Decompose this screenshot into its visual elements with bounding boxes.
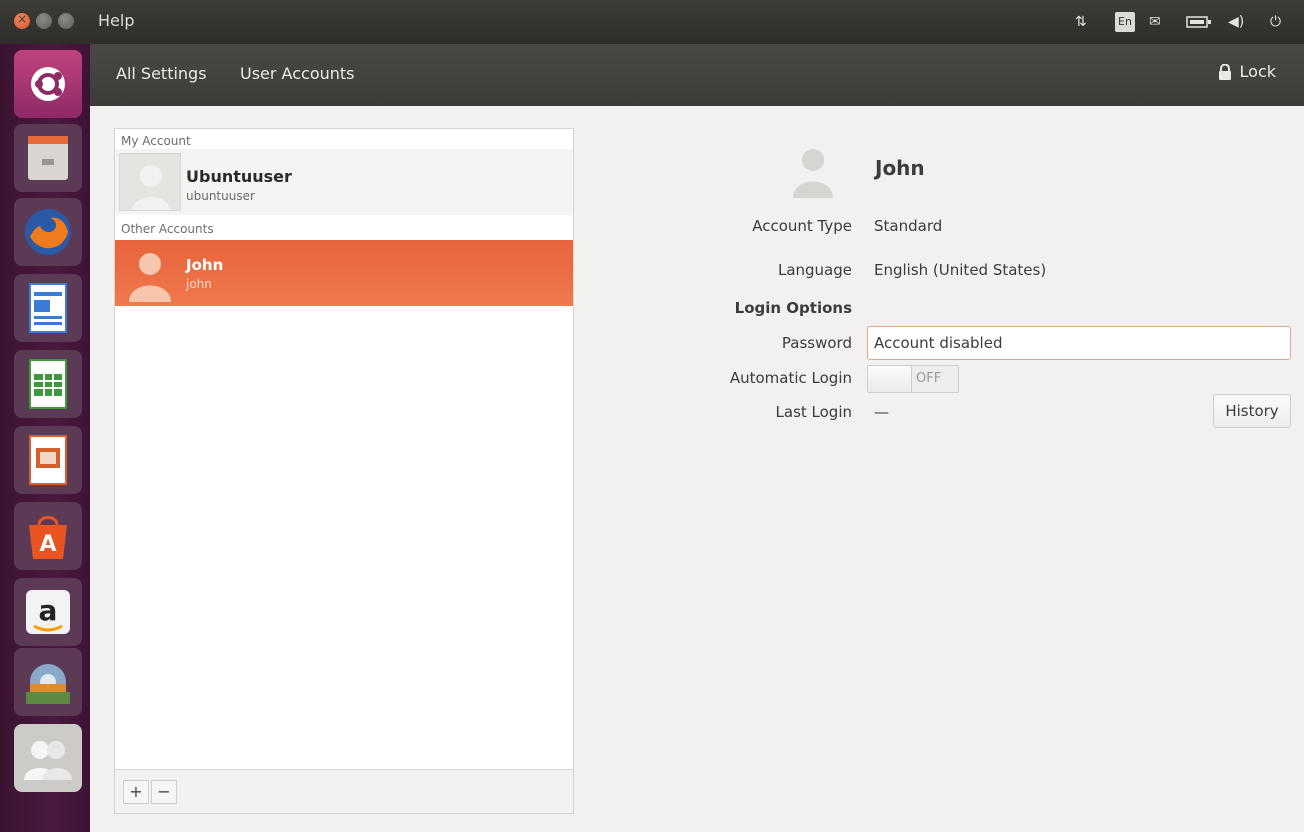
toggle-state: OFF: [916, 371, 942, 386]
avatar: [119, 153, 181, 211]
launcher: A a: [0, 44, 90, 832]
login-options-heading: Login Options: [734, 299, 852, 317]
header-bar: All Settings User Accounts Lock: [90, 44, 1304, 106]
automatic-login-toggle[interactable]: OFF: [867, 365, 959, 393]
mail-icon[interactable]: ✉: [1149, 10, 1161, 34]
language-label: Language: [777, 261, 852, 279]
password-field[interactable]: Account disabled: [867, 326, 1291, 360]
list-toolbar: + −: [115, 769, 573, 813]
user-name: John: [186, 256, 224, 274]
user-login: john: [186, 277, 212, 291]
svg-text:a: a: [39, 594, 58, 627]
avatar: [119, 244, 181, 302]
account-type-value[interactable]: Standard: [874, 217, 942, 235]
keyboard-lang-icon[interactable]: En: [1115, 12, 1135, 32]
account-type-label: Account Type: [752, 217, 852, 235]
lock-button[interactable]: Lock: [1218, 62, 1276, 81]
amazon-icon[interactable]: a: [14, 578, 82, 646]
network-icon[interactable]: ⇅: [1075, 10, 1087, 34]
minimize-icon[interactable]: [36, 13, 52, 29]
software-center-icon[interactable]: A: [14, 502, 82, 570]
impress-icon[interactable]: [14, 426, 82, 494]
password-label: Password: [781, 334, 852, 352]
user-accounts-crumb[interactable]: User Accounts: [240, 64, 355, 83]
ubuntu-dash-icon[interactable]: [14, 50, 82, 118]
language-value[interactable]: English (United States): [874, 261, 1046, 279]
user-row-john[interactable]: John john: [115, 240, 573, 306]
user-list-panel: My Account Ubuntuuser ubuntuuser Other A…: [114, 128, 574, 814]
add-user-button[interactable]: +: [123, 780, 149, 804]
history-button[interactable]: History: [1213, 394, 1291, 428]
user-name: Ubuntuuser: [186, 167, 292, 186]
maximize-icon[interactable]: [58, 13, 74, 29]
account-name[interactable]: John: [875, 156, 925, 180]
system-settings-icon[interactable]: [14, 648, 82, 716]
my-account-label: My Account: [121, 134, 191, 148]
user-avatar-icon[interactable]: [785, 142, 841, 198]
app-menu-help[interactable]: Help: [98, 11, 134, 30]
user-row-ubuntuuser[interactable]: Ubuntuuser ubuntuuser: [115, 149, 573, 215]
battery-icon[interactable]: [1186, 10, 1212, 34]
toggle-knob: [868, 366, 912, 392]
automatic-login-label: Automatic Login: [729, 369, 852, 387]
volume-icon[interactable]: ◀): [1228, 10, 1244, 34]
last-login-label: Last Login: [775, 403, 852, 421]
power-icon[interactable]: ⏻: [1270, 10, 1281, 34]
files-icon[interactable]: [14, 124, 82, 192]
remove-user-button[interactable]: −: [151, 780, 177, 804]
all-settings-button[interactable]: All Settings: [116, 64, 207, 83]
lock-icon: [1218, 63, 1231, 80]
calc-icon[interactable]: [14, 350, 82, 418]
svg-text:A: A: [39, 532, 56, 557]
user-login: ubuntuuser: [186, 189, 255, 203]
user-accounts-icon[interactable]: [14, 724, 82, 792]
last-login-value: —: [874, 403, 889, 421]
top-panel: × Help ⇅ En ✉ ◀) ⏻: [0, 0, 1304, 44]
firefox-icon[interactable]: [14, 198, 82, 266]
other-accounts-label: Other Accounts: [121, 222, 214, 236]
writer-icon[interactable]: [14, 274, 82, 342]
account-details: John Account Type Standard Language Engl…: [580, 106, 1304, 832]
close-icon[interactable]: ×: [14, 12, 30, 29]
lock-label: Lock: [1239, 62, 1276, 81]
